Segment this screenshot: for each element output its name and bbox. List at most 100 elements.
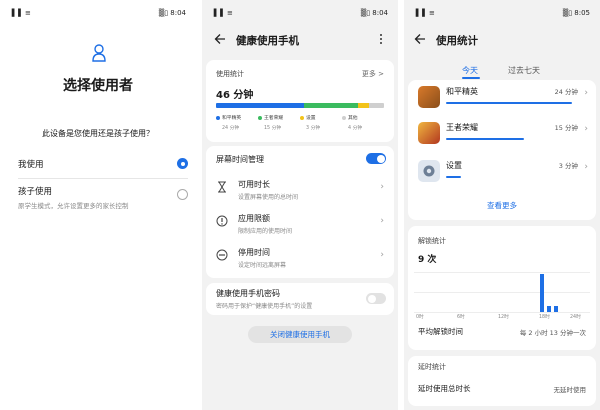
usage-stats-screen: ▐▐ ≡ ▒▯ 8:05 使用统计 今天 过去七天 和平精英 24 分钟 › 王… — [404, 0, 600, 410]
tab-today[interactable]: 今天 — [462, 65, 478, 76]
unlock-count: 9 次 — [418, 255, 437, 265]
menu-item-title: 停用时间 — [238, 248, 270, 257]
user-icon — [92, 44, 106, 62]
legend-dot — [300, 115, 304, 120]
option-child-radio[interactable] — [177, 189, 188, 200]
app-usage-card: 和平精英 24 分钟 › 王者荣耀 15 分钟 › 设置 3 分钟 › 查看更多 — [408, 80, 596, 220]
legend-label: 王者荣耀 — [264, 116, 284, 121]
password-card: 健康使用手机密码 密码用于保护“健康使用手机”的设置 — [206, 283, 394, 315]
close-digital-balance-button[interactable]: 关闭健康使用手机 — [248, 326, 352, 343]
downtime-icon — [216, 249, 228, 261]
app-row[interactable]: 设置 3 分钟 › — [416, 156, 592, 190]
chevron-right-icon: › — [584, 162, 588, 172]
legend-label: 其他 — [348, 116, 358, 121]
usage-card[interactable]: 使用统计 更多 > 46 分钟 和平精英 24 分钟 王者荣耀 15 分钟 设置 3 分钟… — [206, 60, 394, 142]
menu-item-title: 应用限额 — [238, 214, 270, 223]
delay-stats-card: 延时统计 延时使用总时长 无延时使用 — [408, 356, 596, 406]
x-tick-label: 18时 — [539, 315, 550, 320]
unlock-label: 解锁统计 — [418, 237, 446, 245]
avg-unlock-label: 平均解锁时间 — [418, 327, 463, 336]
legend-dot — [216, 115, 220, 120]
delay-label: 延时统计 — [418, 363, 446, 371]
chevron-right-icon: › — [584, 124, 588, 134]
legend-minutes: 15 分钟 — [264, 126, 282, 131]
usage-bar-segment — [303, 103, 359, 108]
status-bar: ▐▐ ≡ ▒▯ 8:04 — [202, 0, 398, 26]
honor-of-kings-app-icon — [418, 122, 440, 144]
divider — [18, 178, 188, 179]
password-toggle[interactable] — [366, 293, 386, 304]
app-row[interactable]: 王者荣耀 15 分钟 › — [416, 118, 592, 152]
option-child[interactable]: 孩子使用 原学生模式，允许设置更多的家长控制 — [18, 185, 188, 210]
x-tick-label: 24时 — [570, 315, 581, 320]
legend-dot — [258, 115, 262, 120]
chart-gridline — [414, 292, 590, 293]
period-tabs: 今天 过去七天 — [404, 65, 600, 79]
screen-time-toggle[interactable] — [366, 153, 386, 164]
usage-legend: 和平精英 24 分钟 王者荣耀 15 分钟 设置 3 分钟 其他 4 分钟 — [216, 114, 384, 131]
legend-item: 和平精英 24 分钟 — [216, 114, 258, 131]
app-limit-icon — [216, 215, 228, 227]
menu-item-downtime[interactable]: 停用时间 设定时间远离屏幕 › — [214, 241, 388, 273]
signal-icon: ▐▐ ≡ — [211, 9, 234, 17]
legend-item: 王者荣耀 15 分钟 — [258, 114, 300, 131]
question-text: 此设备是您使用还是孩子使用？ — [42, 129, 154, 138]
option-child-description: 原学生模式，允许设置更多的家长控制 — [18, 202, 129, 210]
page-title: 选择使用者 — [63, 78, 133, 94]
tab-indicator — [462, 77, 480, 79]
app-time: 24 分钟 — [554, 88, 578, 96]
chevron-right-icon: › — [584, 88, 588, 98]
see-more-link[interactable]: 查看更多 — [408, 200, 596, 211]
chart-gridline — [414, 272, 590, 273]
status-time: ▒▯ 8:05 — [562, 9, 590, 17]
option-me-radio[interactable] — [177, 158, 188, 169]
x-tick-label: 6时 — [457, 315, 465, 320]
usage-bar — [216, 103, 384, 108]
more-options-icon[interactable] — [378, 33, 384, 45]
more-link[interactable]: 更多 > — [362, 69, 384, 79]
app-usage-bar — [446, 102, 572, 104]
avg-unlock-value: 每 2 小时 13 分钟一次 — [519, 329, 586, 337]
status-time: ▒▯ 8:04 — [158, 9, 186, 17]
app-usage-bar — [446, 138, 524, 140]
app-name: 和平精英 — [446, 87, 478, 96]
settings-app-icon — [418, 160, 440, 182]
password-description: 密码用于保护“健康使用手机”的设置 — [216, 303, 313, 310]
usage-bar-segment — [369, 103, 384, 108]
unlock-bar — [554, 305, 559, 312]
app-name: 设置 — [446, 161, 462, 170]
option-me-label: 我使用 — [18, 160, 44, 170]
tab-last-seven-days[interactable]: 过去七天 — [508, 65, 540, 76]
legend-label: 设置 — [306, 116, 316, 121]
menu-item-title: 可用时长 — [238, 180, 270, 189]
option-child-label: 孩子使用 — [18, 187, 53, 197]
unlock-bar — [547, 305, 552, 312]
status-bar: ▐▐ ≡ ▒▯ 8:05 — [404, 0, 600, 26]
legend-minutes: 24 分钟 — [222, 126, 240, 131]
total-time: 46 分钟 — [216, 90, 254, 101]
peace-elite-app-icon — [418, 86, 440, 108]
usage-bar-segment — [216, 103, 304, 108]
back-arrow-icon[interactable] — [414, 33, 426, 45]
signal-icon: ▐▐ ≡ — [413, 9, 436, 17]
unlock-bar — [540, 274, 545, 312]
legend-label: 和平精英 — [222, 116, 242, 121]
menu-item-available-time[interactable]: 可用时长 设置屏幕使用的总时间 › — [214, 173, 388, 205]
chevron-right-icon: › — [380, 216, 384, 226]
legend-minutes: 4 分钟 — [348, 126, 363, 131]
usage-label: 使用统计 — [216, 70, 244, 78]
delay-value: 无延时使用 — [553, 386, 587, 394]
back-arrow-icon[interactable] — [214, 33, 226, 45]
choose-user-screen: ▐▐ ≡ ▒▯ 8:04 选择使用者 此设备是您使用还是孩子使用？ 我使用 孩子… — [0, 0, 196, 410]
legend-dot — [342, 115, 346, 120]
menu-item-app-limits[interactable]: 应用限额 限制应用的使用时间 › — [214, 207, 388, 239]
screen-time-label: 屏幕时间管理 — [216, 155, 264, 164]
x-tick-label: 0时 — [416, 315, 424, 320]
app-row[interactable]: 和平精英 24 分钟 › — [416, 82, 592, 116]
screen-time-card: 屏幕时间管理 可用时长 设置屏幕使用的总时间 › 应用限额 限制应用的使用时间 … — [206, 146, 394, 278]
option-me[interactable]: 我使用 — [18, 158, 188, 172]
status-bar: ▐▐ ≡ ▒▯ 8:04 — [0, 0, 196, 26]
app-time: 15 分钟 — [554, 124, 578, 132]
usage-bar-segment — [358, 103, 370, 108]
legend-minutes: 3 分钟 — [306, 126, 321, 131]
